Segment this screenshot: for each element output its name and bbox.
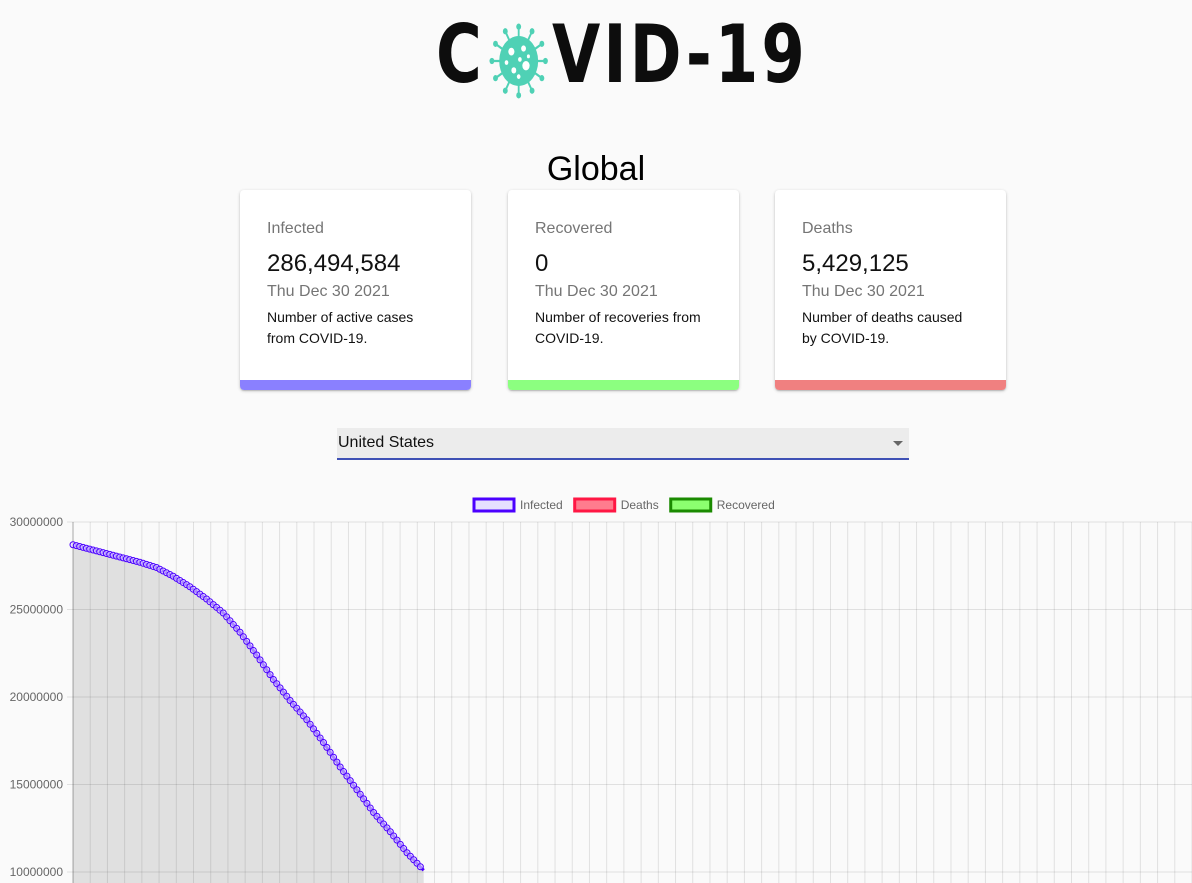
recovered-card-title: Recovered (535, 220, 613, 237)
deaths-card-value: 5,429,125 (802, 250, 909, 277)
deaths-card: Deaths 5,429,125 Thu Dec 30 2021 Number … (775, 190, 1006, 390)
cases-line-chart: Infected Deaths Recovered 30000000 25000000 2… (10, 497, 1192, 883)
infected-card-date: Thu Dec 30 2021 (267, 283, 390, 300)
y-tick-label: 15000000 (10, 778, 64, 792)
infected-card: Infected 286,494,584 Thu Dec 30 2021 Num… (240, 190, 471, 390)
legend-swatch-infected[interactable] (472, 497, 516, 513)
legend-swatch-deaths[interactable] (573, 497, 617, 513)
recovered-card-description: Number of recoveries from COVID-19. (535, 309, 701, 346)
recovered-card-value: 0 (535, 250, 549, 277)
covid-19-logo: C VID-19 (436, 14, 816, 104)
infected-card-value: 286,494,584 (267, 250, 401, 277)
recovered-card-color-bar (508, 380, 739, 390)
y-tick-label: 30000000 (10, 515, 64, 529)
country-select-value: United States (338, 434, 435, 451)
y-tick-label: 25000000 (10, 603, 64, 617)
deaths-card-color-bar (775, 380, 1006, 390)
infected-area-fill (73, 544, 424, 883)
legend-swatch-recovered[interactable] (669, 497, 713, 513)
deaths-card-date: Thu Dec 30 2021 (802, 283, 925, 300)
legend-label-deaths[interactable]: Deaths (621, 498, 659, 512)
y-tick-label: 20000000 (10, 690, 64, 704)
legend-label-recovered[interactable]: Recovered (717, 498, 775, 512)
infected-card-title: Infected (267, 220, 324, 237)
virus-icon (489, 23, 548, 98)
infected-card-color-bar (240, 380, 471, 390)
logo-text-right: VID-19 (552, 8, 808, 102)
dropdown-arrow-icon[interactable] (893, 441, 903, 446)
legend-label-infected[interactable]: Infected (520, 498, 563, 512)
deaths-card-title: Deaths (802, 220, 853, 237)
recovered-card: Recovered 0 Thu Dec 30 2021 Number of re… (508, 190, 739, 390)
infected-data-point[interactable] (416, 863, 424, 871)
region-title: Global (546, 150, 646, 188)
logo-text: C VID-19 (436, 15, 808, 102)
logo-text-left: C (436, 8, 485, 102)
infected-card-description: Number of active cases from COVID-19. (267, 309, 414, 346)
y-tick-label: 10000000 (10, 865, 64, 879)
country-select[interactable]: United States (337, 428, 909, 460)
deaths-card-description: Number of deaths caused by COVID-19. (802, 309, 963, 346)
recovered-card-date: Thu Dec 30 2021 (535, 283, 658, 300)
